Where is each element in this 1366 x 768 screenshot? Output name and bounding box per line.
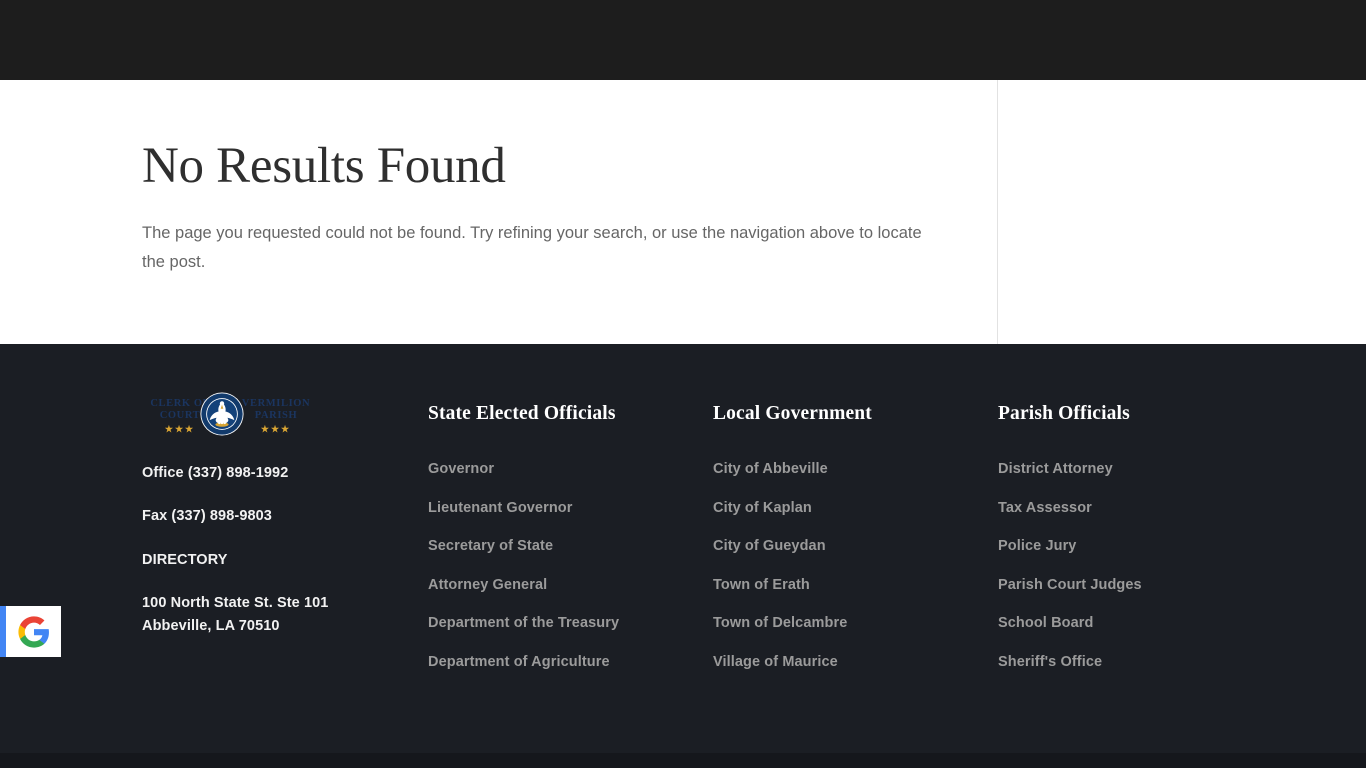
footer-link-governor[interactable]: Governor <box>428 462 713 477</box>
sidebar-divider <box>997 80 998 344</box>
footer-link-sheriffs-office[interactable]: Sheriff's Office <box>998 654 1283 670</box>
footer-link-department-of-the-treasury[interactable]: Department of the Treasury <box>428 616 713 631</box>
footer-link-town-of-erath[interactable]: Town of Erath <box>713 577 998 593</box>
site-footer: Clerk of Court ★★★ <box>0 344 1366 753</box>
google-badge[interactable] <box>0 606 61 657</box>
footer-link-department-of-agriculture[interactable]: Department of Agriculture <box>428 654 713 670</box>
main-content-area: No Results Found The page you requested … <box>0 80 1366 344</box>
content-inner: No Results Found The page you requested … <box>142 80 962 277</box>
footer-bottom-bar <box>0 753 1366 768</box>
contact-address: 100 North State St. Ste 101 Abbeville, L… <box>142 592 428 637</box>
page-message: The page you requested could not be foun… <box>142 224 922 271</box>
contact-office-phone: Office (337) 898-1992 <box>142 465 289 481</box>
footer-heading: Local Government <box>713 403 872 424</box>
footer-link-tax-assessor[interactable]: Tax Assessor <box>998 500 1283 516</box>
page-title: No Results Found <box>142 138 506 194</box>
footer-heading: State Elected Officials <box>428 403 616 424</box>
footer-link-secretary-of-state[interactable]: Secretary of State <box>428 539 713 554</box>
footer-link-parish-court-judges[interactable]: Parish Court Judges <box>998 577 1283 593</box>
footer-link-city-of-kaplan[interactable]: City of Kaplan <box>713 500 998 516</box>
footer-column-state-elected-officials: State Elected Officials Governor Lieuten… <box>428 344 713 669</box>
contact-fax: Fax (337) 898-9803 <box>142 508 272 525</box>
google-g-icon <box>17 615 51 649</box>
footer-link-police-jury[interactable]: Police Jury <box>998 539 1283 554</box>
footer-link-school-board[interactable]: School Board <box>998 616 1283 631</box>
address-line-2: Abbeville, LA 70510 <box>142 617 280 634</box>
page-root: No Results Found The page you requested … <box>0 0 1366 768</box>
footer-link-attorney-general[interactable]: Attorney General <box>428 577 713 593</box>
address-line-1: 100 North State St. Ste 101 <box>142 595 329 612</box>
logo-text-right: Vermilion Parish ★★★ <box>238 398 314 434</box>
footer-columns: Clerk of Court ★★★ <box>142 344 1302 669</box>
site-logo[interactable]: Clerk of Court ★★★ <box>142 392 314 436</box>
footer-link-lieutenant-governor[interactable]: Lieutenant Governor <box>428 500 713 516</box>
logo-stars-right: ★★★ <box>260 423 292 434</box>
footer-link-town-of-delcambre[interactable]: Town of Delcambre <box>713 616 998 631</box>
footer-link-village-of-maurice[interactable]: Village of Maurice <box>713 654 998 670</box>
footer-column-parish-officials: Parish Officials District Attorney Tax A… <box>998 344 1283 669</box>
footer-link-city-of-abbeville[interactable]: City of Abbeville <box>713 462 998 477</box>
footer-column-local-government: Local Government City of Abbeville City … <box>713 344 998 669</box>
footer-link-city-of-gueydan[interactable]: City of Gueydan <box>713 539 998 554</box>
footer-brand-column: Clerk of Court ★★★ <box>142 344 428 669</box>
site-header <box>0 0 1366 80</box>
logo-label-vermilion-parish: Vermilion Parish <box>241 398 311 421</box>
directory-link[interactable]: DIRECTORY <box>142 549 428 571</box>
footer-link-district-attorney[interactable]: District Attorney <box>998 462 1283 477</box>
footer-heading: Parish Officials <box>998 403 1130 424</box>
